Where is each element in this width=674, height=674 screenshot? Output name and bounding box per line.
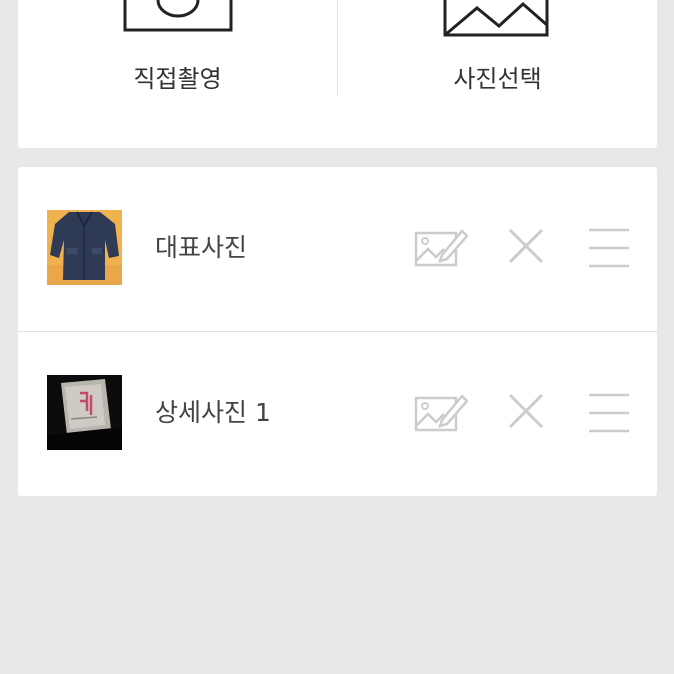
photo-list: 대표사진 상세사진 1	[18, 167, 657, 496]
photo-label: 대표사진	[155, 233, 248, 262]
list-item: 대표사진	[18, 167, 657, 332]
jacket-photo-thumbnail[interactable]	[47, 210, 122, 285]
camera-icon	[123, 0, 233, 32]
choose-photo-label: 사진선택	[453, 65, 542, 93]
drag-handle-icon[interactable]	[588, 227, 630, 269]
drag-handle-icon[interactable]	[588, 392, 630, 434]
photo-label: 상세사진 1	[155, 398, 271, 427]
image-edit-icon[interactable]	[414, 392, 468, 432]
close-icon[interactable]	[507, 392, 545, 430]
list-item: 상세사진 1	[18, 332, 657, 496]
tag-photo-thumbnail[interactable]	[47, 375, 122, 450]
close-icon[interactable]	[507, 227, 545, 265]
image-edit-icon[interactable]	[414, 227, 468, 267]
photo-source-panel: 직접촬영 사진선택	[18, 0, 657, 148]
choose-photo-button[interactable]: 사진선택	[338, 0, 657, 148]
take-photo-label: 직접촬영	[133, 65, 222, 93]
take-photo-button[interactable]: 직접촬영	[18, 0, 337, 148]
image-icon	[443, 0, 549, 37]
